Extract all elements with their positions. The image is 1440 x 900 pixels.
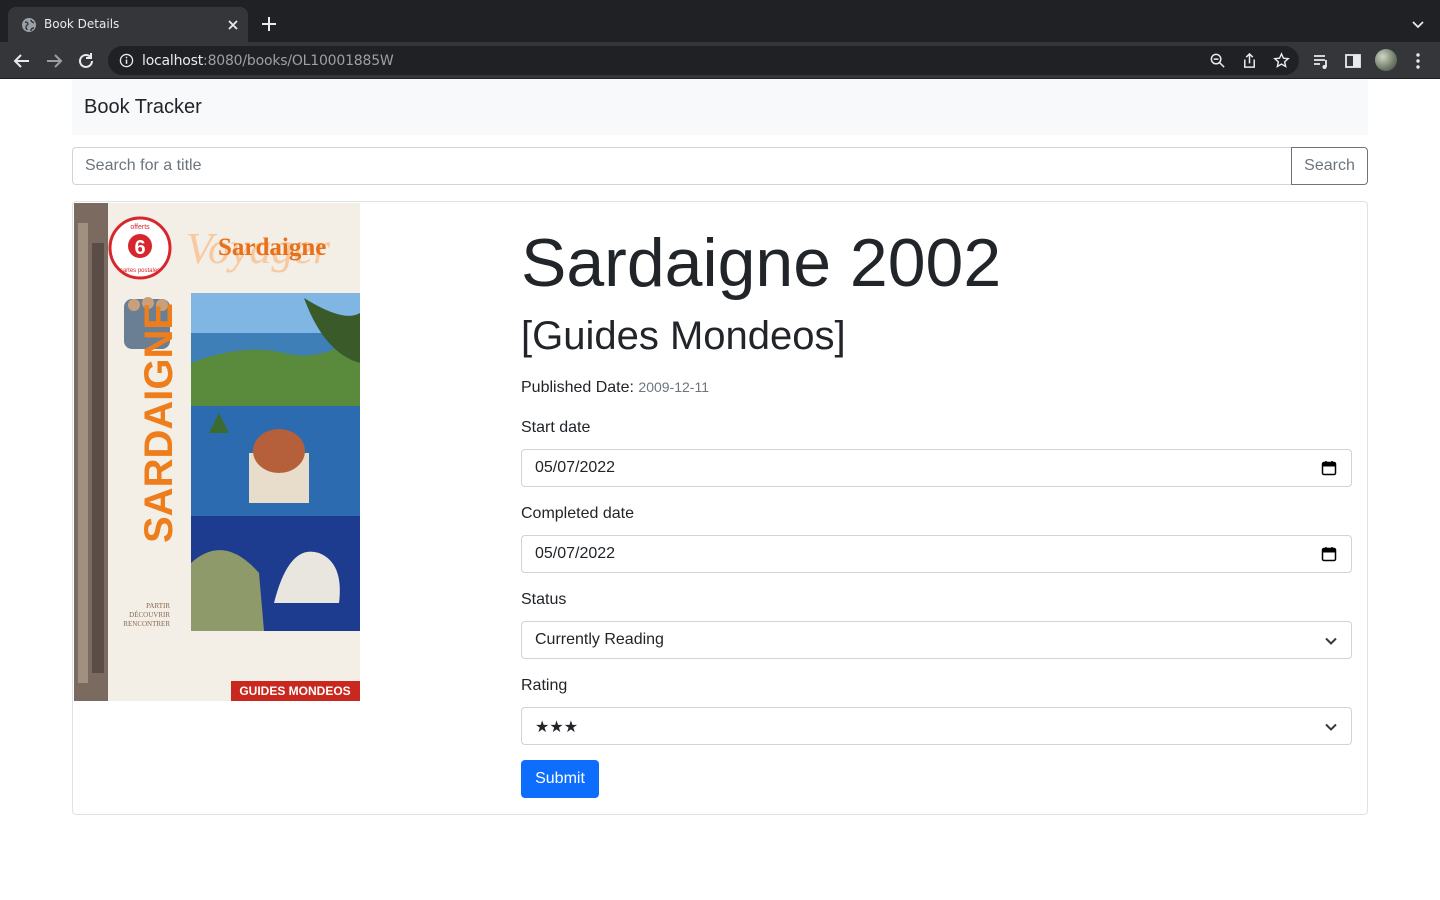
start-date-label: Start date: [521, 419, 591, 436]
published-date: Published Date: 2009-12-11: [521, 379, 709, 397]
navbar-brand[interactable]: Book Tracker: [84, 96, 202, 119]
profile-avatar[interactable]: [1375, 49, 1397, 71]
status-selected-value: Currently Reading: [535, 631, 664, 648]
cover-tagline-1: PARTIR: [146, 602, 170, 610]
url-path: :8080/books/OL10001885W: [203, 53, 394, 69]
badge-text-top: offerts: [130, 224, 150, 231]
book-subtitle: [Guides Mondeos]: [521, 314, 846, 358]
rating-select[interactable]: ★★★: [521, 707, 1352, 745]
app-navbar: Book Tracker: [72, 79, 1368, 135]
browser-tabstrip: Book Details: [0, 0, 1440, 42]
url-text: localhost:8080/books/OL10001885W: [142, 53, 394, 69]
published-date-label: Published Date:: [521, 379, 634, 396]
cover-tagline-2: DÉCOUVRIR: [129, 611, 170, 619]
cover-tagline-3: RENCONTRER: [123, 620, 170, 628]
cover-spine-title: SARDAIGNE: [137, 303, 181, 543]
back-arrow-icon[interactable]: [12, 51, 32, 71]
url-host: localhost: [142, 53, 204, 69]
completed-date-input[interactable]: 05/07/2022: [521, 535, 1352, 573]
book-title: Sardaigne 2002: [521, 225, 1002, 301]
close-tab-icon[interactable]: [224, 16, 242, 34]
status-select[interactable]: Currently Reading: [521, 621, 1352, 659]
chevron-down-icon: [1325, 723, 1337, 731]
search-group: Search: [72, 147, 1368, 185]
book-cover-image: Voyager Sardaigne 6 offerts cartes posta…: [74, 203, 360, 701]
completed-date-value: 05/07/2022: [535, 545, 616, 562]
globe-icon: [22, 18, 36, 32]
chevron-down-icon: [1325, 637, 1337, 645]
new-tab-plus-icon[interactable]: [260, 15, 278, 33]
site-info-icon[interactable]: [119, 53, 134, 68]
forward-arrow-icon[interactable]: [44, 51, 64, 71]
published-date-value: 2009-12-11: [638, 379, 709, 395]
browser-toolbar: localhost:8080/books/OL10001885W: [0, 42, 1440, 79]
start-date-input[interactable]: 05/07/2022: [521, 449, 1352, 487]
calendar-icon[interactable]: [1321, 460, 1337, 476]
zoom-icon[interactable]: [1209, 52, 1226, 69]
media-controls-icon[interactable]: [1311, 51, 1331, 71]
submit-button[interactable]: Submit: [521, 760, 599, 798]
browser-tab-active[interactable]: Book Details: [8, 7, 248, 42]
address-bar[interactable]: localhost:8080/books/OL10001885W: [108, 46, 1299, 75]
bookmark-star-icon[interactable]: [1273, 52, 1290, 69]
rating-label: Rating: [521, 677, 568, 694]
search-button[interactable]: Search: [1291, 147, 1368, 185]
calendar-icon[interactable]: [1321, 546, 1337, 562]
reload-icon[interactable]: [76, 51, 96, 71]
search-input[interactable]: [72, 147, 1292, 185]
cover-publisher: GUIDES MONDEOS: [239, 684, 350, 698]
cover-title: Sardaigne: [218, 234, 326, 261]
tab-search-chevron-icon[interactable]: [1409, 15, 1427, 33]
start-date-value: 05/07/2022: [535, 459, 616, 476]
more-menu-icon[interactable]: [1408, 51, 1428, 71]
rating-selected-value: ★★★: [535, 719, 579, 736]
book-cover-illustration: Voyager Sardaigne 6 offerts cartes posta…: [74, 203, 360, 701]
badge-number: 6: [134, 237, 145, 259]
status-label: Status: [521, 591, 567, 608]
share-icon[interactable]: [1241, 52, 1258, 69]
book-card: Voyager Sardaigne 6 offerts cartes posta…: [72, 201, 1368, 815]
side-panel-icon[interactable]: [1343, 51, 1363, 71]
badge-text-bottom: cartes postales: [120, 268, 160, 274]
tab-title: Book Details: [44, 17, 120, 31]
completed-date-label: Completed date: [521, 505, 634, 522]
